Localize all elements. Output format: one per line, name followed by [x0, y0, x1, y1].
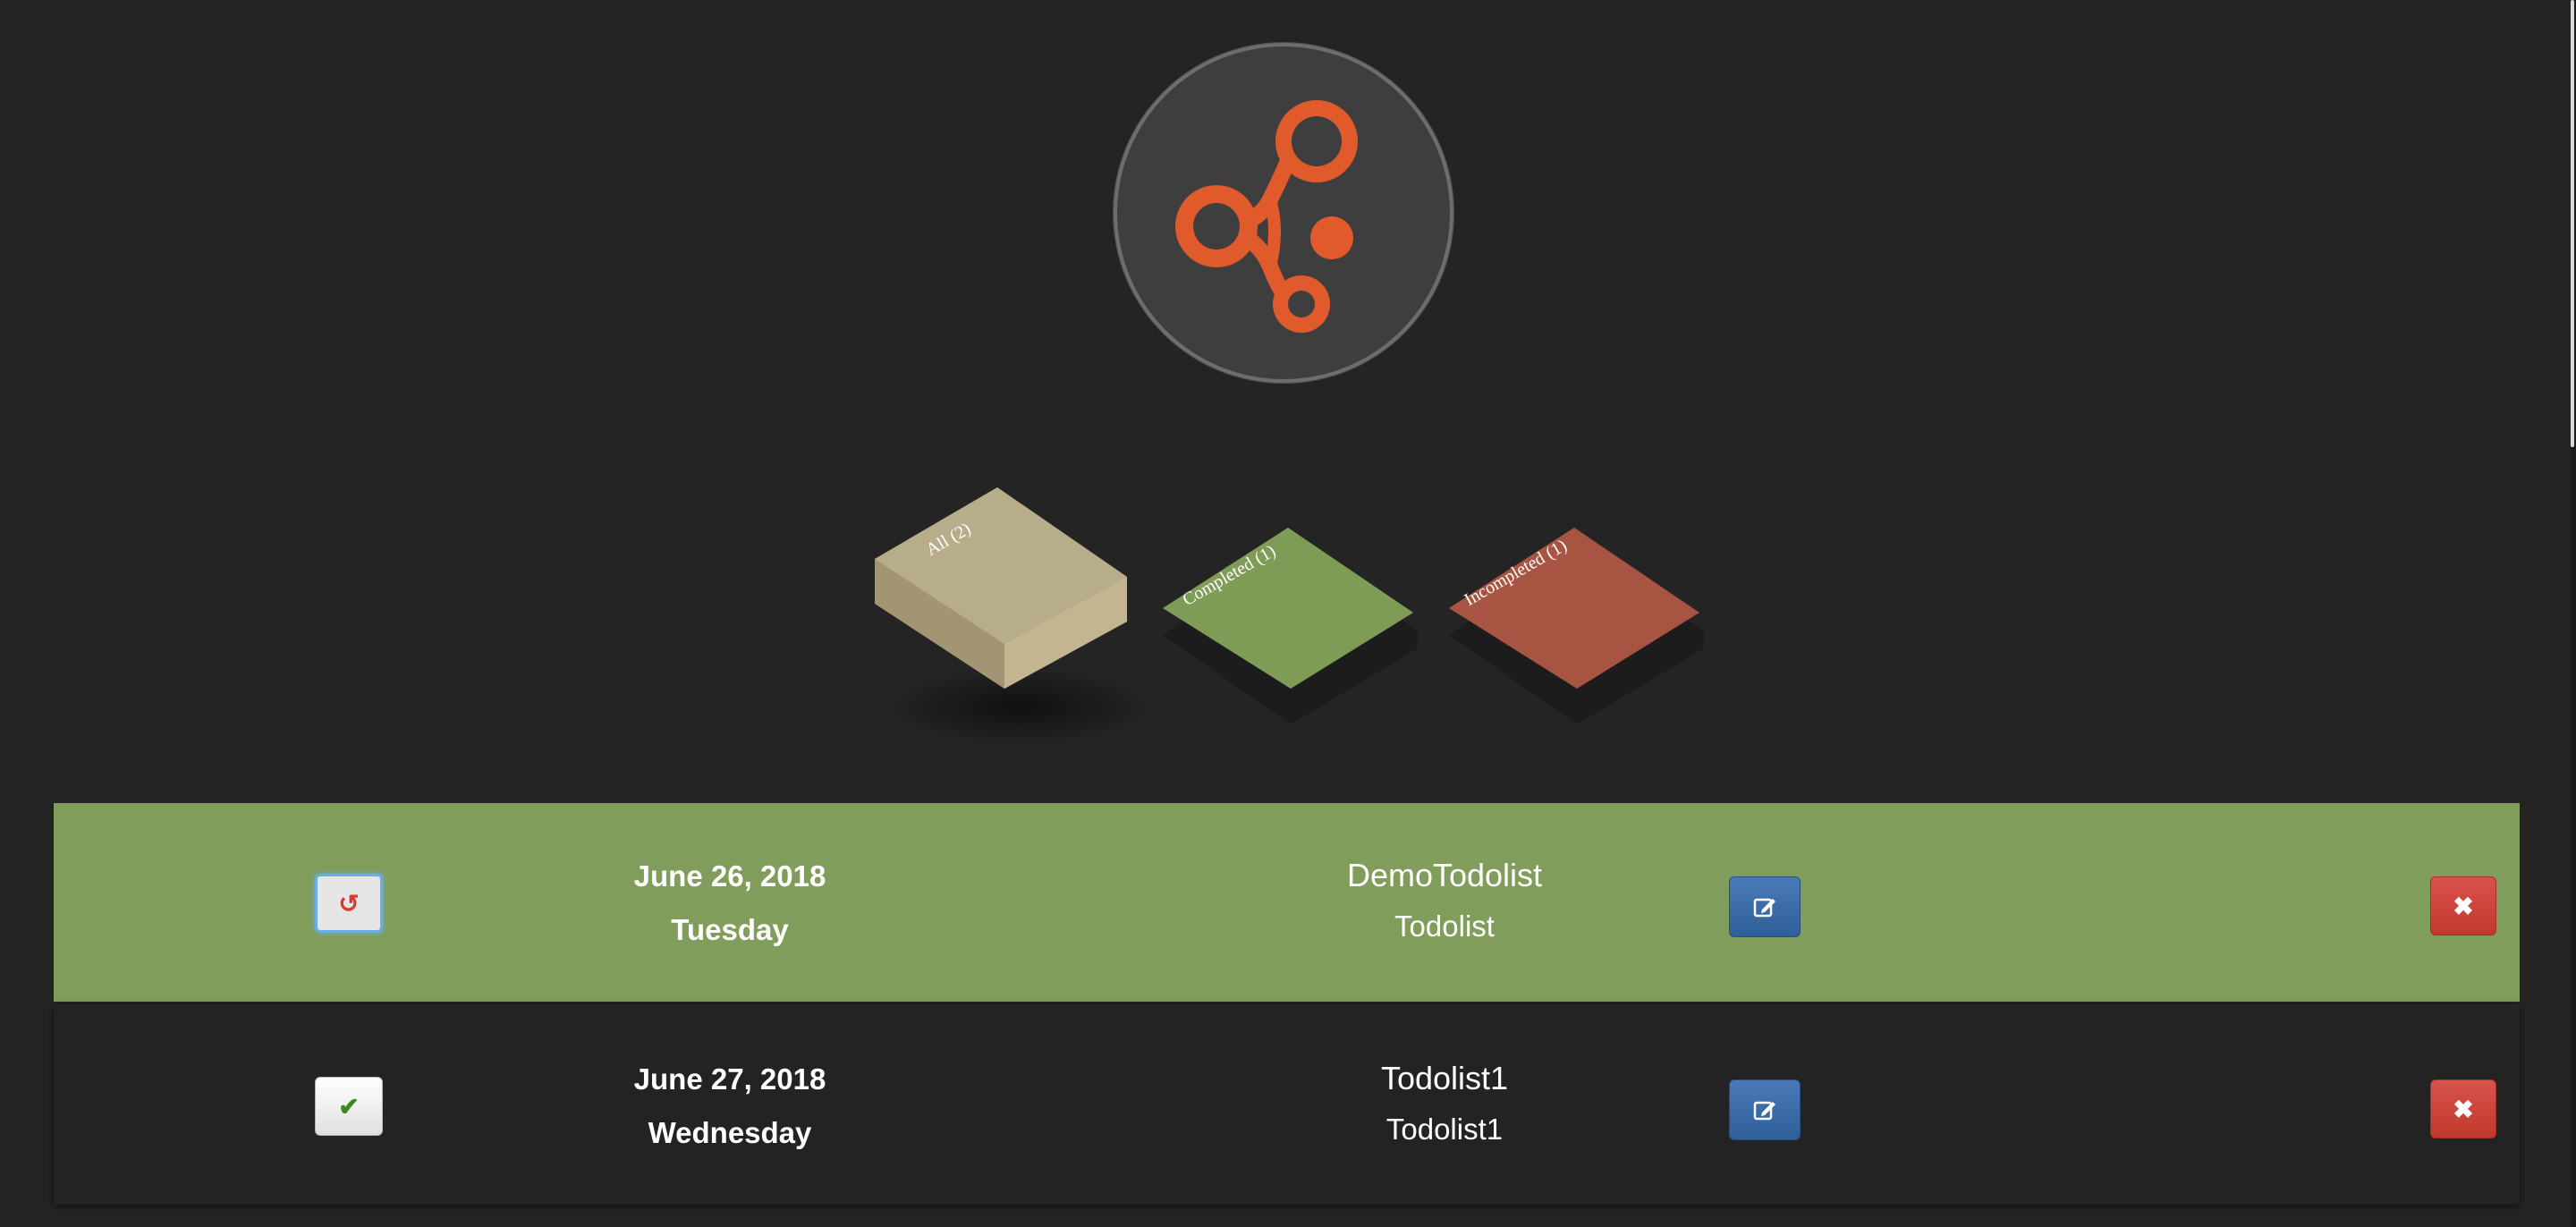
scrollbar-thumb[interactable]: [2571, 0, 2574, 447]
filter-all[interactable]: All (2): [872, 483, 1154, 747]
tile-incompleted-shape: [1449, 528, 1704, 724]
todo-day: Wednesday: [648, 1116, 812, 1149]
todo-day: Tuesday: [671, 913, 789, 946]
filter-incompleted[interactable]: Incompleted (1): [1445, 523, 1713, 738]
edit-icon: [1753, 898, 1775, 918]
todo-date-block: June 27, 2018 Wednesday: [555, 1062, 905, 1151]
tile-completed-shape: [1163, 528, 1418, 724]
tile-all-shape: [875, 487, 1154, 747]
undo-button[interactable]: ↺: [315, 874, 383, 933]
todo-title: DemoTodolist: [1346, 857, 1543, 893]
todo-date: June 26, 2018: [633, 859, 826, 893]
molecule-logo-icon: [1175, 100, 1358, 333]
todo-row: ↺ June 26, 2018 Tuesday DemoTodolist Tod…: [54, 803, 2520, 1002]
window-edge: [2571, 0, 2576, 1227]
todo-date: June 27, 2018: [633, 1062, 826, 1096]
filter-completed[interactable]: Completed (1): [1158, 523, 1427, 738]
todo-text-block: Todolist1 Todolist1: [1176, 1060, 1713, 1147]
edit-button[interactable]: [1729, 876, 1801, 937]
check-icon: ✔: [338, 1092, 360, 1121]
close-icon: ✖: [2453, 1095, 2474, 1123]
todo-description: Todolist: [1394, 910, 1495, 943]
todo-text-block: DemoTodolist Todolist: [1176, 857, 1713, 944]
todo-row: ✔ June 27, 2018 Wednesday Todolist1 Todo…: [54, 1005, 2520, 1205]
edit-button[interactable]: [1729, 1079, 1801, 1140]
undo-icon: ↺: [338, 889, 360, 918]
delete-button[interactable]: ✖: [2430, 876, 2496, 935]
close-icon: ✖: [2453, 892, 2474, 920]
edit-icon: [1753, 1101, 1775, 1121]
todo-app: All (2) Completed (1) Incompleted (1) ↺ …: [0, 0, 2576, 1227]
delete-button[interactable]: ✖: [2430, 1079, 2496, 1138]
todo-title: Todolist1: [1380, 1060, 1509, 1096]
todo-description: Todolist1: [1385, 1113, 1504, 1146]
complete-button[interactable]: ✔: [315, 1077, 383, 1136]
app-logo: [1114, 43, 1453, 383]
todo-date-block: June 26, 2018 Tuesday: [555, 859, 905, 948]
